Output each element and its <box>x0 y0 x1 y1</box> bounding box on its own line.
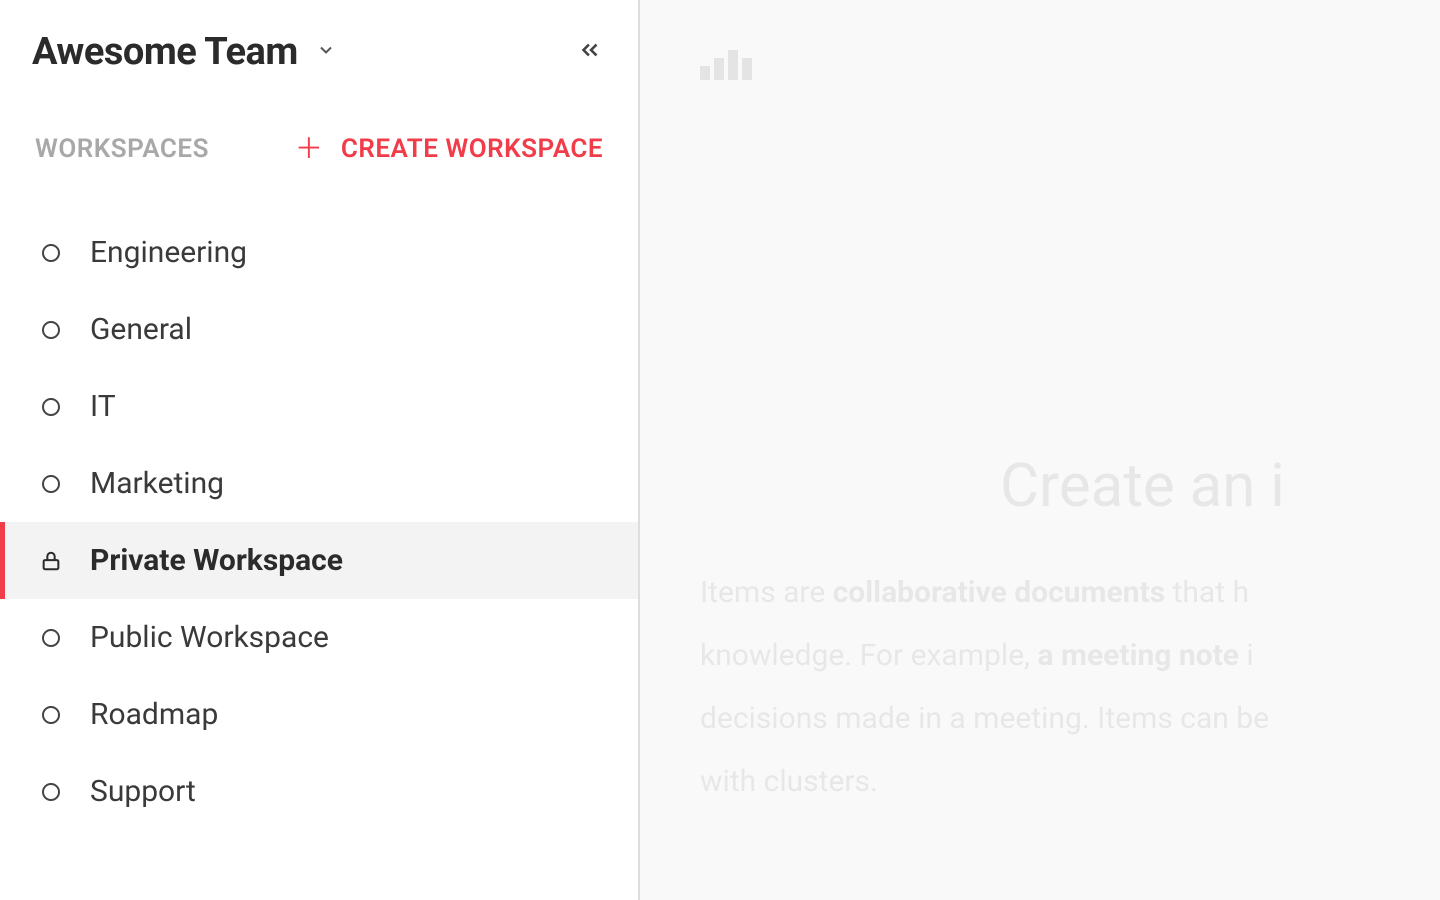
main-title: Create an i <box>1000 450 1440 521</box>
workspace-label: General <box>90 312 192 347</box>
workspace-item-general[interactable]: General <box>0 291 638 368</box>
workspace-label: Marketing <box>90 466 224 501</box>
workspace-item-support[interactable]: Support <box>0 753 638 830</box>
workspace-list: Engineering General IT Marketing <box>0 214 638 830</box>
text-fragment: i <box>1239 638 1254 673</box>
text-fragment: with clusters. <box>700 750 1440 813</box>
text-fragment: that h <box>1165 575 1249 610</box>
circle-icon <box>40 781 62 803</box>
circle-icon <box>40 627 62 649</box>
text-fragment-bold: a meeting note <box>1037 638 1239 673</box>
text-fragment: Items are <box>700 575 833 610</box>
workspace-label: Roadmap <box>90 697 218 732</box>
workspace-item-it[interactable]: IT <box>0 368 638 445</box>
workspaces-section-header: WORKSPACES ＋ CREATE WORKSPACE <box>0 134 638 164</box>
circle-icon <box>40 242 62 264</box>
workspaces-section-label: WORKSPACES <box>35 134 209 164</box>
workspace-label: Support <box>90 774 196 809</box>
workspace-label: IT <box>90 389 116 424</box>
circle-icon <box>40 704 62 726</box>
collapse-sidebar-button[interactable] <box>577 37 603 67</box>
sidebar: Awesome Team WORKSPACES ＋ CREATE WORKSPA… <box>0 0 640 900</box>
workspace-item-engineering[interactable]: Engineering <box>0 214 638 291</box>
team-switcher[interactable]: Awesome Team <box>32 30 336 74</box>
lock-icon <box>40 550 62 572</box>
create-workspace-button[interactable]: ＋ CREATE WORKSPACE <box>295 134 603 164</box>
main-content: Create an i Items are collaborative docu… <box>640 0 1440 900</box>
workspace-label: Private Workspace <box>90 543 343 578</box>
text-fragment: decisions made in a meeting. Items can b… <box>700 687 1440 750</box>
workspace-item-private-workspace[interactable]: Private Workspace <box>0 522 638 599</box>
chevron-double-left-icon <box>577 37 603 67</box>
text-fragment-bold: collaborative documents <box>833 575 1165 610</box>
create-workspace-label: CREATE WORKSPACE <box>341 134 603 164</box>
bars-icon <box>700 40 770 80</box>
workspace-item-public-workspace[interactable]: Public Workspace <box>0 599 638 676</box>
app-root: Awesome Team WORKSPACES ＋ CREATE WORKSPA… <box>0 0 1440 900</box>
main-content-faded: Create an i Items are collaborative docu… <box>700 40 1440 813</box>
main-body-text: Items are collaborative documents that h… <box>700 561 1440 813</box>
circle-icon <box>40 396 62 418</box>
workspace-label: Public Workspace <box>90 620 329 655</box>
team-name: Awesome Team <box>32 30 298 74</box>
chevron-down-icon <box>316 40 336 64</box>
workspace-item-marketing[interactable]: Marketing <box>0 445 638 522</box>
circle-icon <box>40 473 62 495</box>
circle-icon <box>40 319 62 341</box>
workspace-item-roadmap[interactable]: Roadmap <box>0 676 638 753</box>
plus-icon: ＋ <box>295 135 323 163</box>
workspace-label: Engineering <box>90 235 247 270</box>
sidebar-header: Awesome Team <box>0 30 638 74</box>
text-fragment: knowledge. For example, <box>700 638 1037 673</box>
